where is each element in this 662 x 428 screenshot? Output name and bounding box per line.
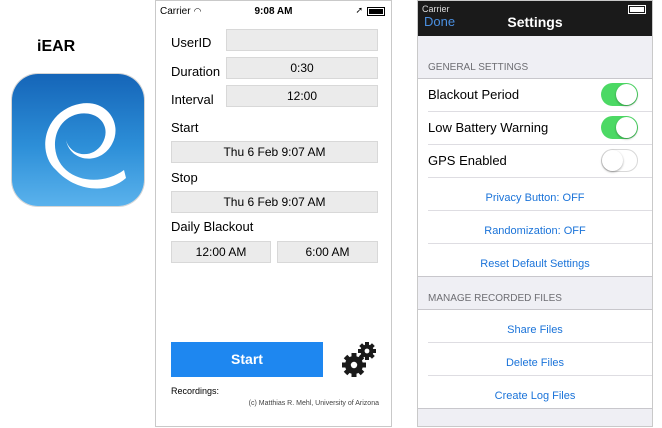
app-name: iEAR <box>37 38 76 55</box>
reset-default-settings-link[interactable]: Reset Default Settings <box>480 258 589 270</box>
interval-label: Interval <box>171 92 214 107</box>
privacy-button-row[interactable]: Privacy Button: OFF <box>428 178 652 211</box>
blackout-from-field[interactable]: 12:00 AM <box>171 241 271 263</box>
manage-files-header: MANAGE RECORDED FILES <box>428 293 562 304</box>
battery-icon <box>628 5 646 14</box>
share-files-link[interactable]: Share Files <box>507 324 563 336</box>
setting-row-low-battery: Low Battery Warning <box>428 112 652 145</box>
randomization-row[interactable]: Randomization: OFF <box>428 211 652 244</box>
nav-bar: Carrier Done Settings <box>418 1 652 36</box>
blackout-to-field[interactable]: 6:00 AM <box>277 241 378 263</box>
setting-row-gps: GPS Enabled <box>428 145 652 178</box>
daily-blackout-label: Daily Blackout <box>171 219 254 234</box>
page-title: Settings <box>507 14 563 30</box>
reset-defaults-row[interactable]: Reset Default Settings <box>428 244 652 276</box>
start-label: Start <box>171 120 199 135</box>
settings-screen: Carrier Done Settings GENERAL SETTINGS B… <box>417 0 653 427</box>
setting-label: Blackout Period <box>428 87 520 102</box>
general-settings-group: Blackout Period Low Battery Warning GPS … <box>418 78 652 277</box>
userid-field[interactable] <box>226 29 378 51</box>
iear-logo-icon <box>12 74 144 206</box>
status-bar: Carrier ◠ 9:08 AM ➚ <box>156 1 391 21</box>
share-files-row[interactable]: Share Files <box>428 310 652 343</box>
gears-icon[interactable] <box>340 341 378 379</box>
battery-icon <box>367 7 385 16</box>
create-log-files-row[interactable]: Create Log Files <box>428 376 652 408</box>
manage-files-group: Share Files Delete Files Create Log File… <box>418 309 652 409</box>
interval-field[interactable]: 12:00 <box>226 85 378 107</box>
setting-label: Low Battery Warning <box>428 120 549 135</box>
delete-files-row[interactable]: Delete Files <box>428 343 652 376</box>
location-icon: ➚ <box>355 5 363 15</box>
low-battery-warning-toggle[interactable] <box>601 116 638 139</box>
recordings-label: Recordings: <box>171 386 220 396</box>
setting-label: GPS Enabled <box>428 153 507 168</box>
setting-row-blackout-period: Blackout Period <box>428 79 652 112</box>
randomization-link[interactable]: Randomization: OFF <box>484 225 585 237</box>
duration-label: Duration <box>171 64 221 79</box>
userid-label: UserID <box>171 35 212 50</box>
start-button[interactable]: Start <box>171 342 323 377</box>
copyright-text: (c) Matthias R. Mehl, University of Ariz… <box>248 400 379 407</box>
stop-label: Stop <box>171 170 198 185</box>
blackout-period-toggle[interactable] <box>601 83 638 106</box>
stop-date-field[interactable]: Thu 6 Feb 9:07 AM <box>171 191 378 213</box>
delete-files-link[interactable]: Delete Files <box>506 357 564 369</box>
duration-field[interactable]: 0:30 <box>226 57 378 79</box>
create-log-files-link[interactable]: Create Log Files <box>495 390 576 402</box>
general-settings-header: GENERAL SETTINGS <box>428 62 529 73</box>
start-date-field[interactable]: Thu 6 Feb 9:07 AM <box>171 141 378 163</box>
carrier-label: Carrier <box>422 4 450 14</box>
privacy-button-link[interactable]: Privacy Button: OFF <box>485 192 584 204</box>
gps-enabled-toggle[interactable] <box>601 149 638 172</box>
main-screen: Carrier ◠ 9:08 AM ➚ UserID Duration 0:30 … <box>155 0 392 427</box>
